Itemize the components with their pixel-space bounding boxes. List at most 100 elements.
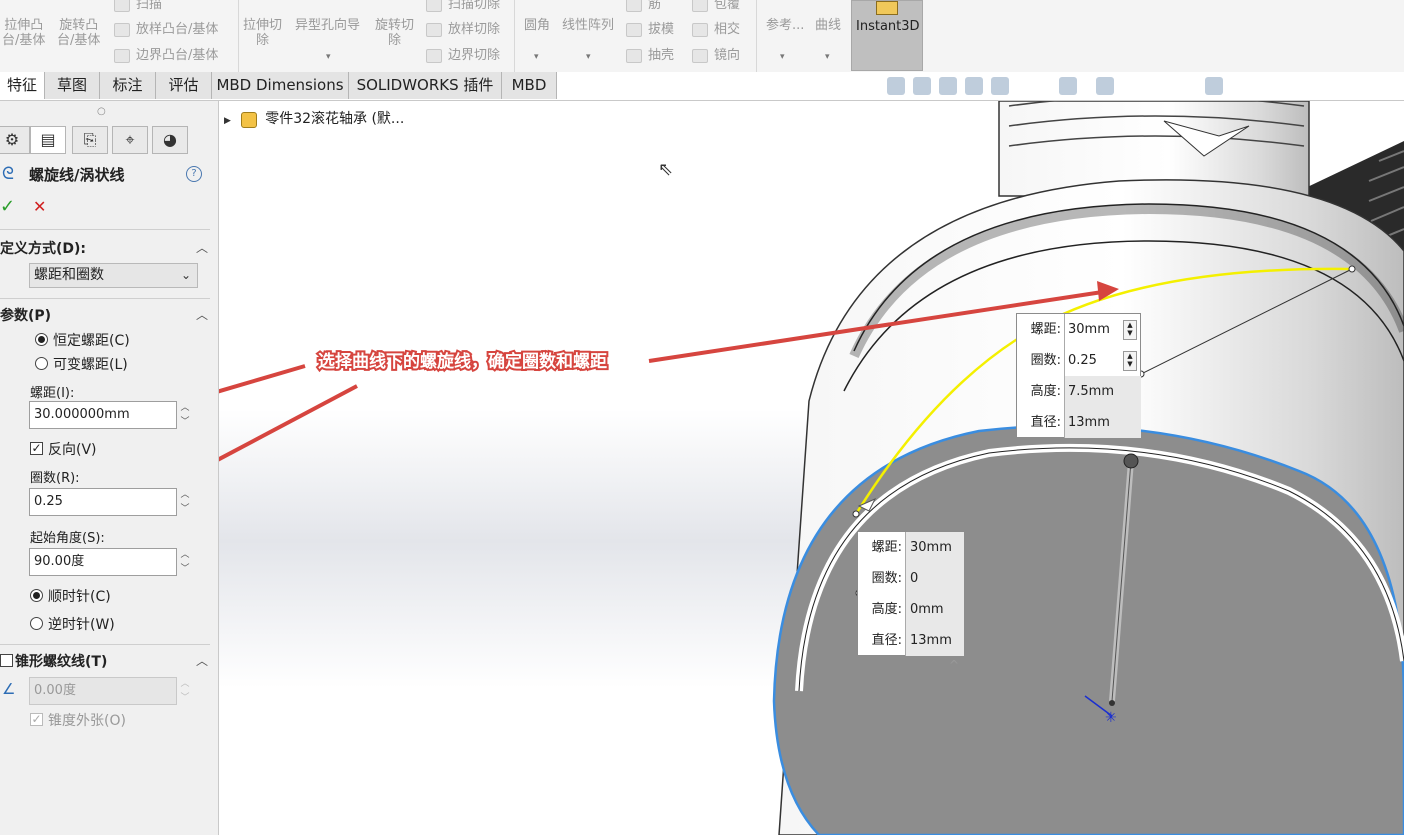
sweep-cut-icon <box>426 0 442 12</box>
rib-button[interactable]: 筋 <box>626 0 661 12</box>
feature-tree: ▶ 零件32滚花轴承 (默... <box>224 108 404 128</box>
display-manager-tab-icon[interactable]: ◕ <box>152 126 188 154</box>
clockwise-label[interactable]: 顺时针(C) <box>48 586 111 606</box>
dimxpert-tab-icon[interactable]: ⌖ <box>112 126 148 154</box>
callout-pitch-value[interactable]: 30mm <box>1068 314 1110 345</box>
instant3d-label: Instant3D <box>856 19 920 34</box>
ok-button[interactable]: ✓ <box>0 196 15 217</box>
helix-start-point <box>852 510 860 518</box>
curves-dropdown-icon[interactable]: ▾ <box>825 52 830 62</box>
linear-pattern-dropdown-icon[interactable]: ▾ <box>586 52 591 62</box>
curves-button[interactable]: 曲线 <box>815 18 841 33</box>
loft-boss-button[interactable]: 放样凸台/基体 <box>114 22 218 37</box>
start-angle-spinner[interactable]: ︿ ﹀ <box>179 548 191 576</box>
start-angle-input[interactable]: 90.00度 <box>29 548 177 576</box>
callout-revolutions-value[interactable]: 0.25 <box>1068 345 1097 376</box>
taper-checkbox[interactable] <box>0 654 13 667</box>
axis-top-point <box>1123 453 1139 469</box>
draft-button[interactable]: 拔模 <box>626 22 674 37</box>
extrude-cut-button[interactable]: 拉伸切 除 <box>243 18 282 48</box>
tab-mbd-dimensions[interactable]: MBD Dimensions <box>212 72 349 99</box>
sweep-button[interactable]: 扫描 <box>114 0 162 12</box>
view-orientation-icon[interactable] <box>1059 77 1077 95</box>
spinner-icon[interactable]: ▲ ▼ <box>1123 320 1137 340</box>
zoom-to-fit-icon[interactable] <box>887 77 905 95</box>
revolve-cut-button[interactable]: 旋转切 除 <box>375 18 414 48</box>
dynamic-annotation-icon[interactable] <box>991 77 1009 95</box>
command-manager-tabs: 特征 草图 标注 评估 MBD Dimensions SOLIDWORKS 插件… <box>0 72 1404 101</box>
intersect-button[interactable]: 相交 <box>692 22 740 37</box>
taper-heading[interactable]: 锥形螺纹线(T) <box>15 651 107 671</box>
reverse-checkbox[interactable]: ✓ <box>30 442 43 455</box>
fillet-label: 圆角 <box>524 18 551 33</box>
extrude-boss-button[interactable]: 拉伸凸 台/基体 <box>2 18 45 48</box>
reference-geometry-button[interactable]: 参考... <box>766 18 804 33</box>
reference-dropdown-icon[interactable]: ▾ <box>780 52 785 62</box>
boundary-cut-button[interactable]: 边界切除 <box>426 48 500 63</box>
pitch-spinner[interactable]: ︿ ﹀ <box>179 401 191 429</box>
revolutions-input[interactable]: 0.25 <box>29 488 177 516</box>
boundary-boss-button[interactable]: 边界凸台/基体 <box>114 48 218 63</box>
parameters-heading[interactable]: 参数(P) <box>0 305 51 325</box>
panel-resize-handle[interactable]: ○ <box>97 106 106 117</box>
loft-cut-button[interactable]: 放样切除 <box>426 22 500 37</box>
feature-manager-tab-icon[interactable]: ⚙ <box>0 126 30 154</box>
display-style-icon[interactable] <box>1096 77 1114 95</box>
reverse-label[interactable]: 反向(V) <box>48 439 97 459</box>
tab-sketch[interactable]: 草图 <box>45 72 100 99</box>
collapse-chevron-icon[interactable]: ︿ <box>196 652 208 669</box>
variable-pitch-radio[interactable] <box>35 357 48 370</box>
pitch-input[interactable]: 30.000000mm <box>29 401 177 429</box>
part-icon <box>241 111 258 128</box>
mirror-button[interactable]: 镜向 <box>692 48 740 63</box>
instant3d-button[interactable]: Instant3D <box>851 0 923 71</box>
curves-label: 曲线 <box>815 18 842 33</box>
tab-evaluate[interactable]: 评估 <box>156 72 212 99</box>
wrap-button[interactable]: 包覆 <box>692 0 740 12</box>
clockwise-radio[interactable] <box>30 589 43 602</box>
counterclockwise-label[interactable]: 逆时针(W) <box>48 614 115 634</box>
constant-pitch-radio[interactable] <box>35 333 48 346</box>
callout-diameter-value: 13mm <box>910 633 952 648</box>
hole-wizard-button[interactable]: 异型孔向导 <box>295 18 360 33</box>
help-icon[interactable]: ? <box>186 166 202 182</box>
property-manager-tab-icon[interactable]: ▤ <box>30 126 66 154</box>
fillet-button[interactable]: 圆角 <box>524 18 550 33</box>
wrap-label: 包覆 <box>714 0 741 12</box>
section-view-icon[interactable] <box>965 77 983 95</box>
tab-markup[interactable]: 标注 <box>100 72 156 99</box>
hole-wizard-dropdown-icon[interactable]: ▾ <box>326 52 331 62</box>
variable-pitch-label[interactable]: 可变螺距(L) <box>53 354 128 374</box>
start-angle-label: 起始角度(S): <box>30 531 105 546</box>
tab-features[interactable]: 特征 <box>0 72 45 99</box>
helix-end-point <box>1348 265 1356 273</box>
configuration-manager-tab-icon[interactable]: ⎘ <box>72 126 108 154</box>
fillet-dropdown-icon[interactable]: ▾ <box>534 52 539 62</box>
definition-select[interactable]: 螺距和圈数 ⌄ <box>29 263 198 288</box>
constant-pitch-label[interactable]: 恒定螺距(C) <box>53 330 130 350</box>
reference-label: 参考... <box>766 18 805 33</box>
zoom-to-area-icon[interactable] <box>913 77 931 95</box>
revolve-boss-button[interactable]: 旋转凸 台/基体 <box>57 18 100 48</box>
taper-angle-spinner: ︿ ﹀ <box>180 679 190 703</box>
spinner-icon[interactable]: ▲ ▼ <box>1123 351 1137 371</box>
pitch-label: 螺距(I): <box>30 386 75 401</box>
linear-pattern-button[interactable]: 线性阵列 <box>562 18 614 33</box>
revolutions-spinner[interactable]: ︿ ﹀ <box>179 488 191 516</box>
screen-capture-icon[interactable] <box>1205 77 1223 95</box>
tree-expand-icon[interactable]: ▶ <box>224 116 231 126</box>
collapse-chevron-icon[interactable]: ︿ <box>196 306 208 323</box>
model-viewport: ✳ ^ <box>219 101 1404 835</box>
tab-mbd[interactable]: MBD <box>502 72 557 99</box>
tree-root-label[interactable]: 零件32滚花轴承 (默... <box>265 111 404 127</box>
counterclockwise-radio[interactable] <box>30 617 43 630</box>
wrap-icon <box>692 0 708 12</box>
previous-view-icon[interactable] <box>939 77 957 95</box>
collapse-chevron-icon[interactable]: ︿ <box>196 239 208 256</box>
cancel-button[interactable]: ✕ <box>33 197 46 216</box>
definition-heading[interactable]: 定义方式(D): <box>0 238 86 258</box>
sweep-cut-button[interactable]: 扫描切除 <box>426 0 500 12</box>
shell-button[interactable]: 抽壳 <box>626 48 674 63</box>
graphics-area[interactable]: ✳ ^ <box>219 101 1404 835</box>
tab-solidworks-addins[interactable]: SOLIDWORKS 插件 <box>349 72 502 99</box>
